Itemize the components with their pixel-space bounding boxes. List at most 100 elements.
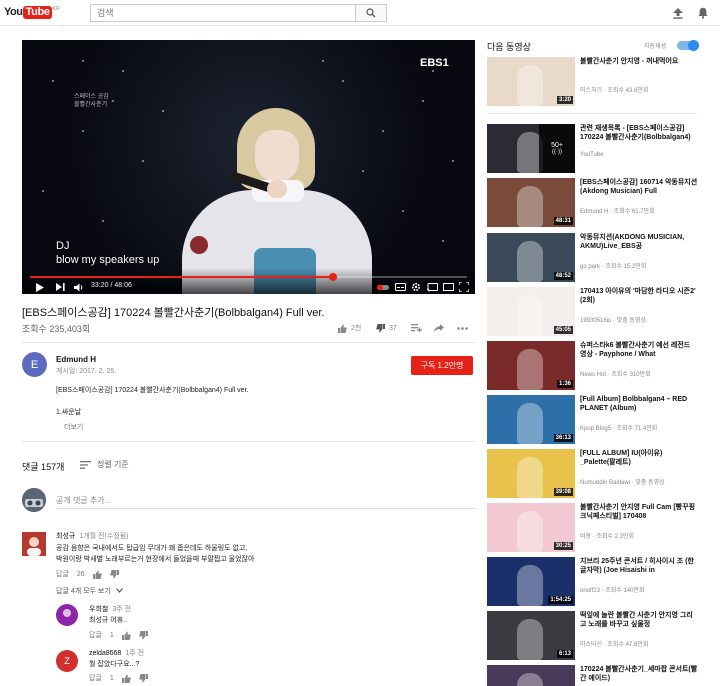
thumbs-down-icon[interactable] — [109, 569, 119, 579]
video-duration: 1:36 — [556, 380, 573, 388]
channel-name[interactable]: Edmund H — [56, 355, 96, 364]
video-player[interactable]: 스페이스 공감 볼빨간사춘기 EBS1 DJ blow my speakers … — [22, 40, 475, 294]
video-thumbnail[interactable]: 50+ ((·)) — [487, 124, 575, 173]
recommended-video-title[interactable]: 악동뮤지션(AKDONG MUSICIAN, AKMU)Live_EBS공 — [580, 233, 698, 251]
mix-icon: ((·)) — [552, 149, 562, 155]
recommended-video[interactable]: 6:13 떡잎에 놀란 볼빨간 사춘기 안지영 그리고 노래를 바꾸고 싶울정 미스… — [487, 611, 707, 661]
comment-author-avatar[interactable] — [22, 532, 46, 556]
reply-author-avatar[interactable]: Z — [56, 650, 78, 672]
share-button[interactable] — [434, 322, 444, 334]
broadcaster-logo: EBS1 — [420, 57, 449, 69]
caption-line: DJ — [56, 240, 70, 252]
skip-next-icon — [55, 283, 65, 291]
recommended-video-title[interactable]: 관련 재생목록 - [EBS스페이스공감] 170224 볼빨간사춘기(Bolb… — [580, 124, 698, 142]
recommended-video[interactable]: 1:36 슈퍼스타k6 볼빨간사춘기 예선 레전드 영상 - Payphone /… — [487, 341, 707, 391]
thumbnail-figure — [517, 511, 543, 552]
sort-label: 정렬 기준 — [97, 460, 129, 469]
progress-bar[interactable] — [30, 273, 467, 281]
video-thumbnail[interactable]: 48:31 — [487, 178, 575, 227]
cast-button[interactable] — [426, 281, 438, 293]
recommended-video-title[interactable]: 170413 아이유의 '마담한 라디오 시즌2' (2회) — [580, 287, 698, 305]
thumbnail-figure — [517, 673, 543, 686]
youtube-logo[interactable]: You Tube KR — [4, 5, 60, 20]
view-replies-button[interactable]: 답글 4개 모두 보기 — [56, 586, 123, 596]
recommended-video-title[interactable]: 슈퍼스타k6 볼빨간사춘기 예선 레전드 영상 - Payphone / Wha… — [580, 341, 698, 359]
volume-button[interactable] — [72, 281, 86, 293]
notifications-button[interactable] — [696, 6, 710, 20]
video-thumbnail[interactable]: 36:13 — [487, 395, 575, 444]
play-button[interactable] — [34, 281, 46, 293]
thumbs-up-icon[interactable] — [121, 674, 131, 683]
captions-button[interactable] — [394, 281, 406, 293]
reply-author[interactable]: zelda8668 1주 전 — [89, 648, 144, 658]
recommended-video[interactable]: 30:25 볼빨간사춘기 안지영 Full Cam [빵꾸핑크닉페스티벌] 170… — [487, 503, 707, 553]
recommended-video-title[interactable]: 170224 볼빨간사춘기_세마팝 콘서트(빨간 에이드) — [580, 665, 698, 683]
recommended-video[interactable]: 48:52 악동뮤지션(AKDONG MUSICIAN, AKMU)Live_EB… — [487, 233, 707, 283]
thumbs-down-icon[interactable] — [139, 673, 148, 683]
settings-button[interactable] — [410, 281, 422, 293]
video-thumbnail[interactable] — [487, 665, 575, 686]
play-icon — [36, 282, 44, 292]
recommended-video[interactable]: 36:13 [Full Album] Bolbbalgan4 – RED PLAN… — [487, 395, 707, 445]
search-input[interactable] — [91, 5, 355, 21]
show-more-button[interactable]: 더보기 — [64, 422, 83, 432]
captions-icon — [394, 283, 406, 291]
video-thumbnail[interactable]: 6:13 — [487, 611, 575, 660]
add-comment-input[interactable]: 공개 댓글 추가... — [56, 495, 111, 506]
recommended-video-title[interactable]: [Full Album] Bolbbalgan4 – RED PLANET (A… — [580, 395, 698, 413]
thumbs-down-icon[interactable] — [139, 630, 148, 640]
fullscreen-button[interactable] — [458, 281, 470, 293]
divider — [487, 113, 697, 114]
reply-button[interactable]: 답글 — [89, 673, 102, 683]
recommended-video-title[interactable]: 볼빨간사춘기 안지영 - 꺼내먹어요 — [580, 57, 698, 66]
sort-comments-button[interactable]: 정렬 기준 — [80, 459, 129, 470]
recommended-video-title[interactable]: 떡잎에 놀란 볼빨간 사춘기 안지영 그리고 노래를 바꾸고 싶울정 — [580, 611, 698, 629]
thumbs-up-icon[interactable] — [92, 570, 102, 579]
like-button[interactable]: 2천 — [338, 322, 361, 334]
recommended-video[interactable]: 50+ ((·)) 관련 재생목록 - [EBS스페이스공감] 170224 볼빨간… — [487, 124, 707, 174]
comment-author[interactable]: 최성규 1개월 전(수정됨) — [56, 531, 128, 541]
video-thumbnail[interactable]: 3:20 — [487, 57, 575, 106]
upload-button[interactable] — [671, 6, 685, 20]
recommended-video[interactable]: 3:20 볼빨간사춘기 안지영 - 꺼내먹어요 미스치기 · 조회수 43.8만회 — [487, 57, 707, 107]
recommended-video[interactable]: 45:05 170413 아이유의 '마담한 라디오 시즌2' (2회) 19930… — [487, 287, 707, 337]
dislike-button[interactable]: 37 — [376, 322, 397, 334]
comment-text: 공감 음향은 국내에서도 탑급임 무대가 꽤 좁은데도 하울링도 없고, 박원이… — [56, 543, 254, 565]
video-thumbnail[interactable]: 39:08 — [487, 449, 575, 498]
recommended-video[interactable]: 39:08 [FULL ALBUM] IU(아이유) _Palette(팔레트) N… — [487, 449, 707, 499]
reply-author-avatar[interactable] — [56, 604, 78, 626]
thumbnail-figure — [517, 186, 543, 227]
recommended-video[interactable]: 1:54:25 지브리 25주년 콘서트 / 히사이시 조 (한글자막) (Joe… — [487, 557, 707, 607]
reply-text: 최성규 어휴.. — [89, 617, 128, 624]
autoplay-toggle[interactable] — [677, 40, 699, 51]
next-button[interactable] — [54, 281, 66, 293]
recommended-video[interactable]: 48:31 [EBS스페이스공감] 160714 악동뮤지션 (Akdong Mu… — [487, 178, 707, 228]
search-button[interactable] — [355, 4, 387, 22]
video-thumbnail[interactable]: 1:54:25 — [487, 557, 575, 606]
stage-light — [382, 130, 384, 132]
reply-like-count: 1 — [109, 674, 114, 682]
add-to-button[interactable] — [411, 322, 422, 334]
reply-button[interactable]: 답글 — [56, 569, 69, 579]
video-thumbnail[interactable]: 48:52 — [487, 233, 575, 282]
stage-light — [342, 80, 344, 82]
recommended-video-title[interactable]: 지브리 25주년 콘서트 / 히사이시 조 (한글자막) (Joe Hisais… — [580, 557, 698, 575]
theater-mode-button[interactable] — [442, 281, 454, 293]
reply-button[interactable]: 답글 — [89, 630, 102, 640]
search-box[interactable] — [90, 4, 356, 22]
subscribe-button[interactable]: 구독 1.2만명 — [411, 356, 473, 375]
scrubber-handle[interactable] — [328, 273, 337, 281]
recommended-video-title[interactable]: [EBS스페이스공감] 160714 악동뮤지션 (Akdong Musicia… — [580, 178, 698, 196]
more-actions-button[interactable] — [457, 322, 468, 334]
thumbs-up-icon[interactable] — [121, 631, 131, 640]
video-thumbnail[interactable]: 30:25 — [487, 503, 575, 552]
reply-author[interactable]: 우희철 3주 전 — [89, 604, 131, 614]
video-thumbnail[interactable]: 1:36 — [487, 341, 575, 390]
fullscreen-icon — [459, 282, 469, 292]
channel-avatar[interactable]: E — [22, 352, 47, 377]
recommended-video[interactable]: 170224 볼빨간사춘기_세마팝 콘서트(빨간 에이드) — [487, 665, 707, 686]
video-thumbnail[interactable]: 45:05 — [487, 287, 575, 336]
recommended-video-title[interactable]: 볼빨간사춘기 안지영 Full Cam [빵꾸핑크닉페스티벌] 170408 — [580, 503, 698, 521]
autoplay-toggle[interactable] — [376, 281, 390, 293]
recommended-video-title[interactable]: [FULL ALBUM] IU(아이유) _Palette(팔레트) — [580, 449, 698, 467]
